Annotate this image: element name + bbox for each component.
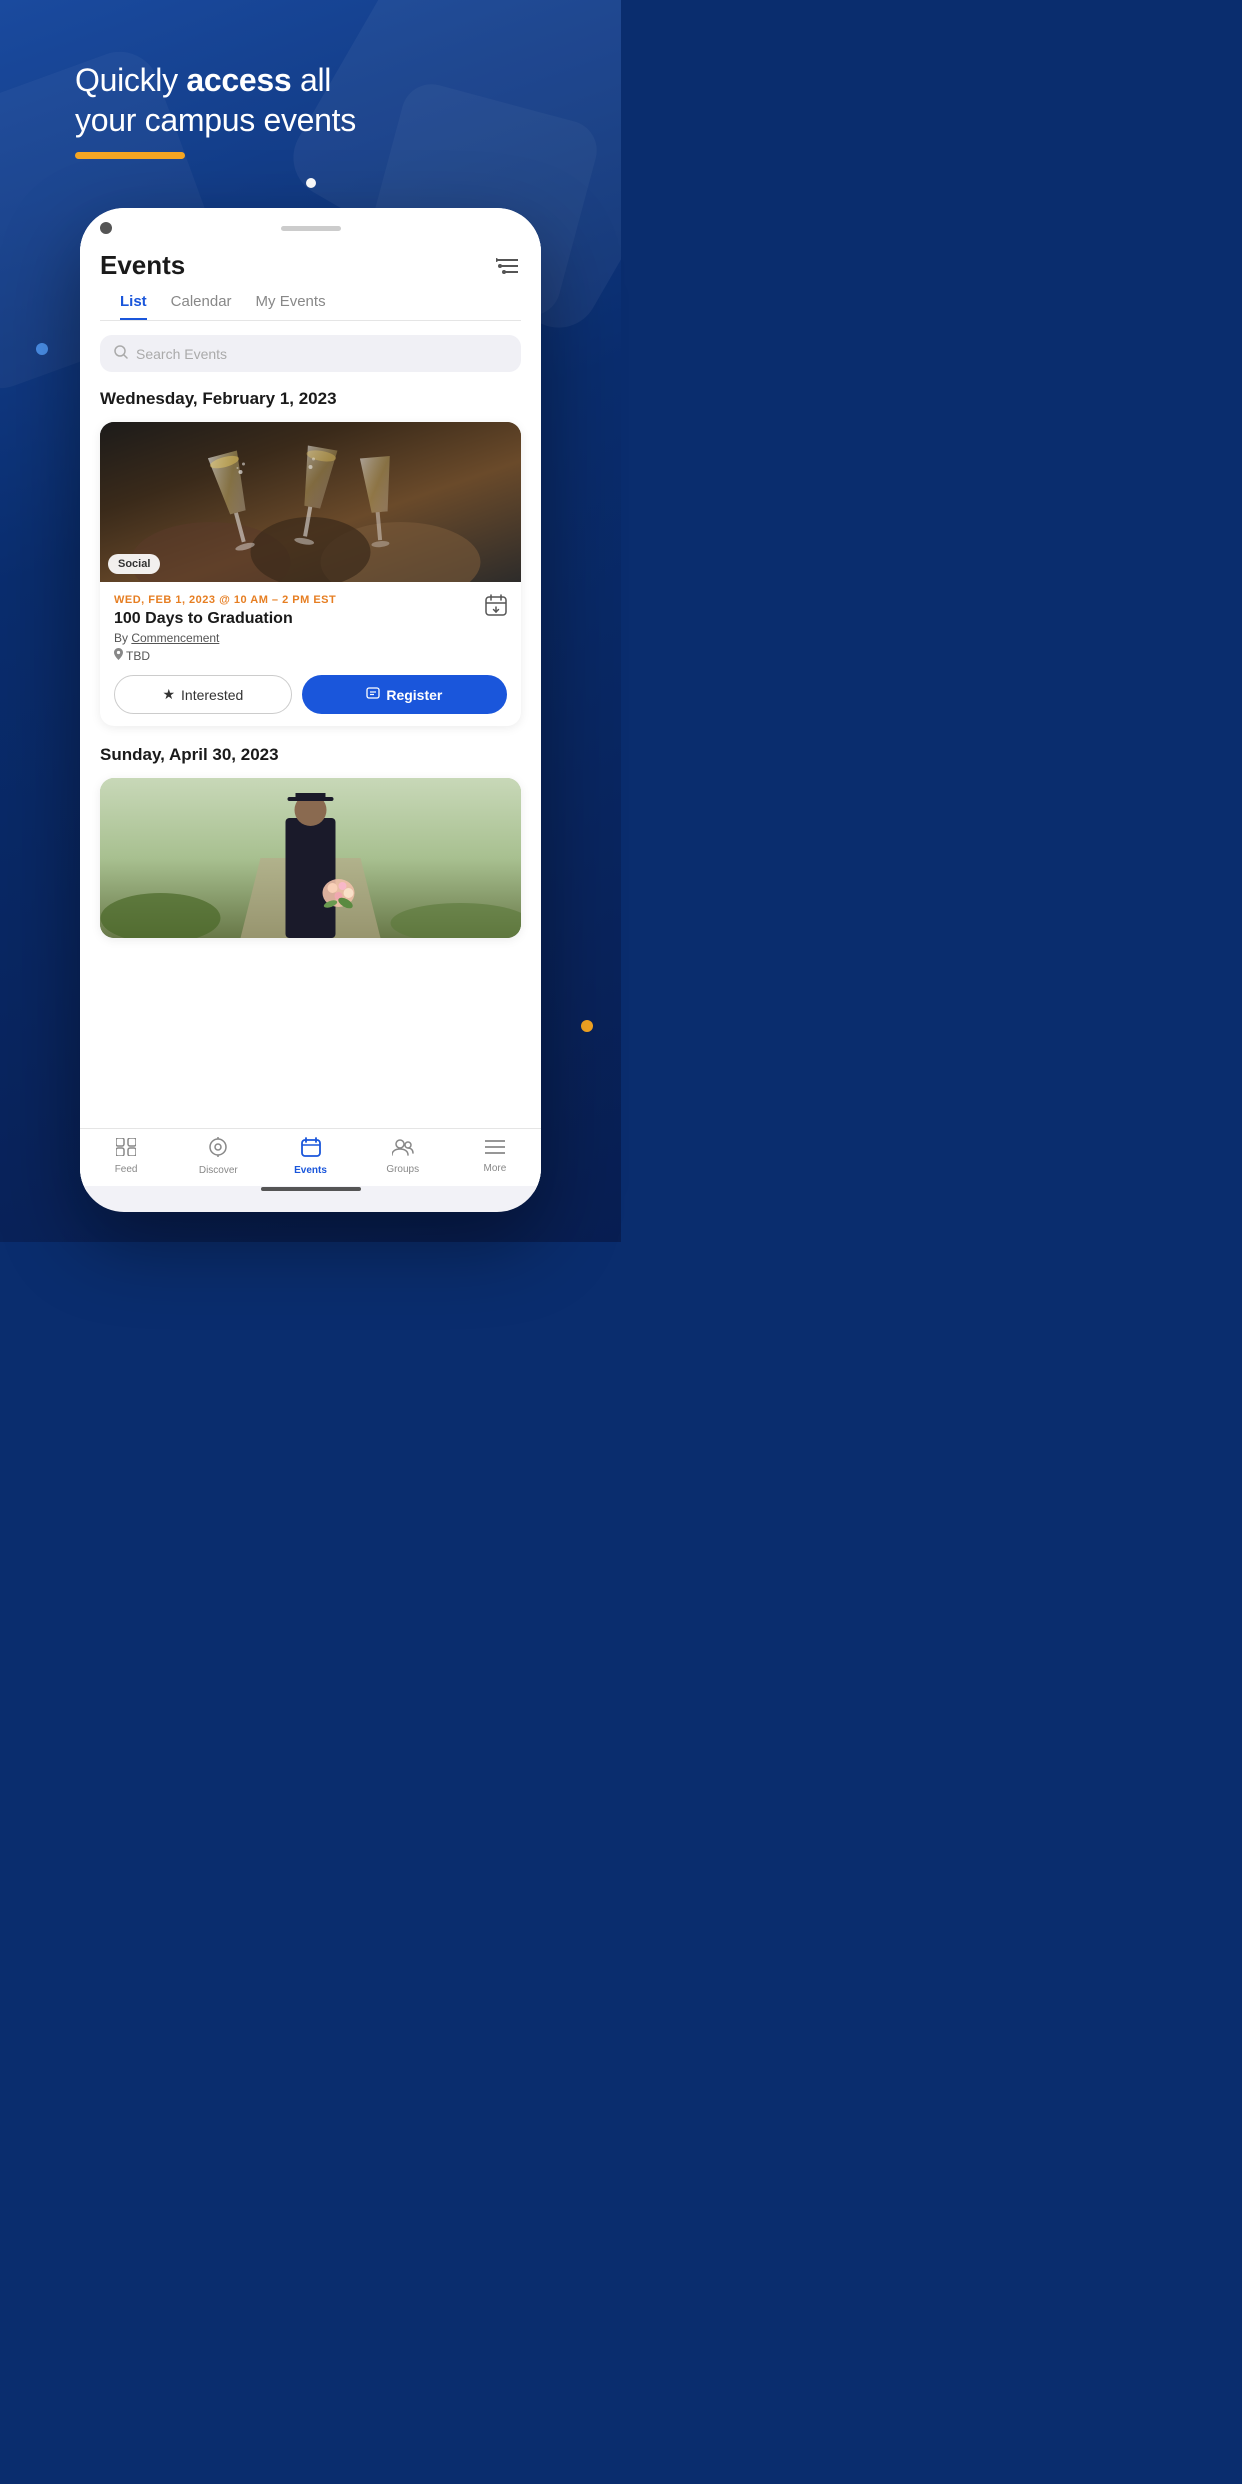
phone-frame: Events List Calendar My Events xyxy=(80,208,541,1212)
event-info-graduation: WED, FEB 1, 2023 @ 10 AM – 2 PM EST 100 … xyxy=(100,582,521,726)
nav-item-events[interactable]: Events xyxy=(264,1137,356,1176)
nav-label-events: Events xyxy=(294,1165,327,1176)
interested-button[interactable]: ★ Interested xyxy=(114,675,292,714)
hero-section: Quickly access allyour campus events xyxy=(75,60,546,159)
search-bar[interactable]: Search Events xyxy=(100,335,521,372)
dot-white xyxy=(306,178,316,188)
nav-label-groups: Groups xyxy=(386,1164,419,1175)
event-image-champagne: Social xyxy=(100,422,521,582)
search-placeholder: Search Events xyxy=(136,346,227,362)
nav-item-feed[interactable]: Feed xyxy=(80,1138,172,1175)
dot-blue xyxy=(36,343,48,355)
app-screen: Events List Calendar My Events xyxy=(80,234,541,1192)
event-name: 100 Days to Graduation xyxy=(114,610,507,628)
events-icon xyxy=(301,1137,321,1162)
nav-label-feed: Feed xyxy=(115,1164,138,1175)
events-scroll-area[interactable]: Search Events Wednesday, February 1, 202… xyxy=(80,321,541,1128)
phone-top-bar xyxy=(80,208,541,234)
tab-my-events[interactable]: My Events xyxy=(256,293,326,320)
event-badge-social: Social xyxy=(108,554,160,574)
tab-calendar[interactable]: Calendar xyxy=(171,293,232,320)
nav-label-more: More xyxy=(484,1163,507,1174)
event-location: TBD xyxy=(114,648,507,663)
event-card-april xyxy=(100,778,521,938)
home-bar xyxy=(261,1187,361,1191)
location-pin-icon xyxy=(114,648,123,663)
bottom-nav: Feed Discover xyxy=(80,1128,541,1186)
event-image-april xyxy=(100,778,521,938)
event-actions: ★ Interested Register xyxy=(114,675,507,714)
app-header: Events List Calendar My Events xyxy=(80,234,541,321)
phone-camera xyxy=(100,222,112,234)
groups-icon xyxy=(392,1138,414,1161)
search-icon xyxy=(114,345,128,362)
star-icon: ★ xyxy=(162,686,175,703)
event-organizer: By Commencement xyxy=(114,631,507,645)
register-button[interactable]: Register xyxy=(302,675,507,714)
register-icon xyxy=(366,686,380,703)
calendar-save-icon[interactable] xyxy=(485,594,507,621)
event-date-label: WED, FEB 1, 2023 @ 10 AM – 2 PM EST xyxy=(114,594,507,606)
hero-title: Quickly access allyour campus events xyxy=(75,60,546,140)
date-header-feb: Wednesday, February 1, 2023 xyxy=(100,388,521,410)
organizer-link[interactable]: Commencement xyxy=(131,631,219,645)
tab-list[interactable]: List xyxy=(120,293,147,320)
feed-icon xyxy=(116,1138,136,1161)
nav-item-more[interactable]: More xyxy=(449,1139,541,1174)
tab-bar: List Calendar My Events xyxy=(100,281,521,320)
home-indicator xyxy=(80,1186,541,1192)
nav-item-discover[interactable]: Discover xyxy=(172,1137,264,1176)
more-icon xyxy=(485,1139,505,1160)
discover-icon xyxy=(208,1137,228,1162)
nav-label-discover: Discover xyxy=(199,1165,238,1176)
dot-yellow xyxy=(581,1020,593,1032)
date-header-april: Sunday, April 30, 2023 xyxy=(100,744,521,766)
page-title: Events xyxy=(100,250,185,281)
event-card-graduation: Social WED, FEB 1, 2023 @ 10 AM – 2 PM E… xyxy=(100,422,521,726)
phone-speaker xyxy=(281,226,341,231)
filter-icon[interactable] xyxy=(493,252,521,280)
hero-underline xyxy=(75,152,185,159)
nav-item-groups[interactable]: Groups xyxy=(357,1138,449,1175)
